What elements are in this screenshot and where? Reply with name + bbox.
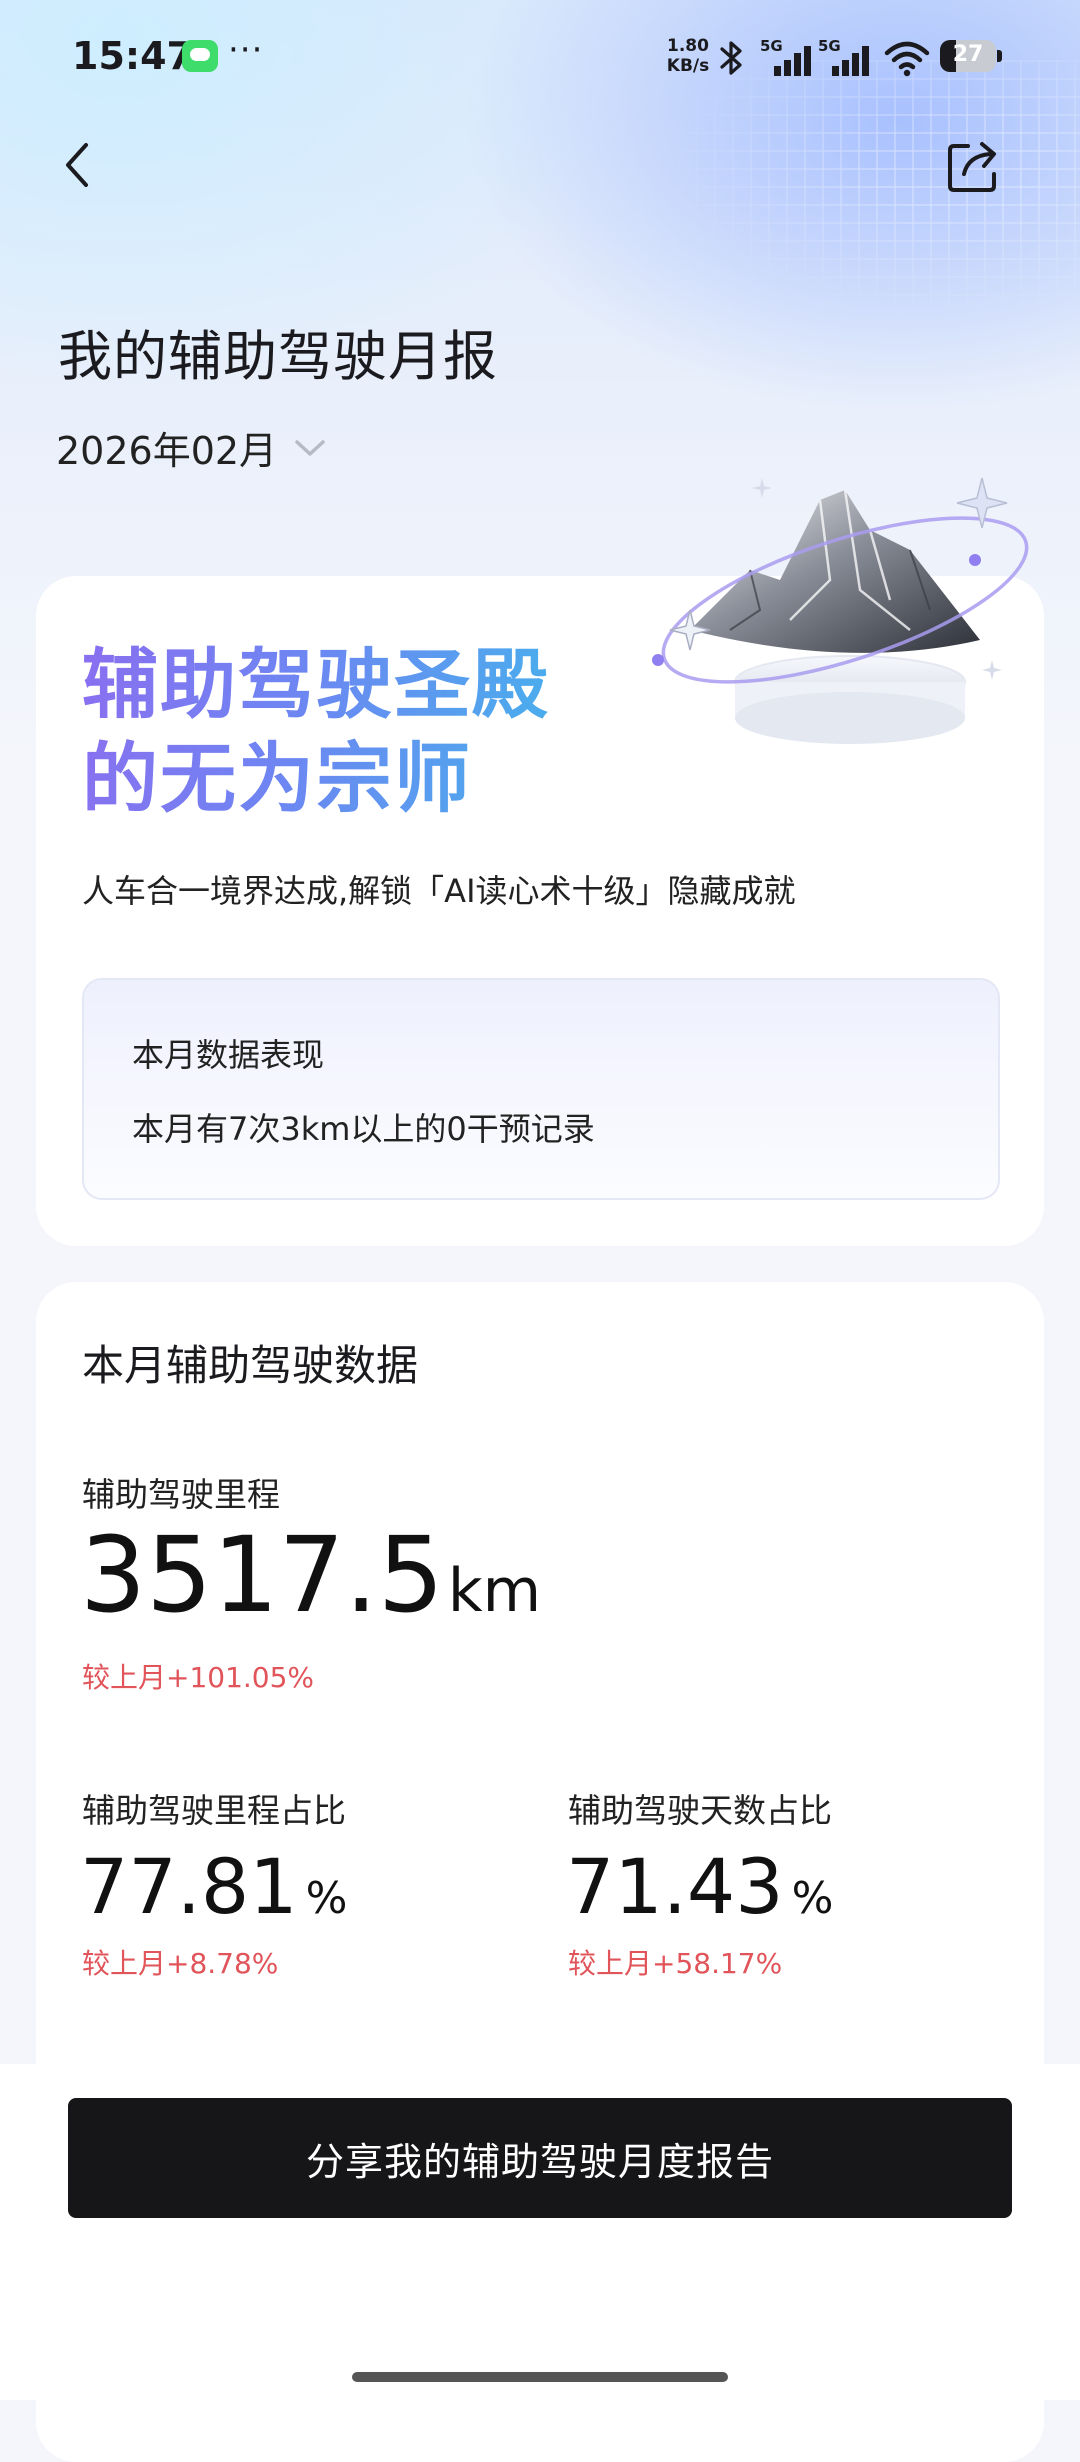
- mileage-unit: km: [447, 1556, 542, 1626]
- more-notifications-icon: ···: [228, 30, 264, 70]
- achievement-description: 人车合一境界达成,解锁「AI读心术十级」隐藏成就: [82, 872, 796, 910]
- summary-text: 本月有7次3km以上的0干预记录: [132, 1110, 595, 1148]
- achievement-title: 辅助驾驶圣殿 的无为宗师: [82, 638, 550, 826]
- mileage-change: 较上月+101.05%: [82, 1661, 315, 1694]
- battery-icon: 27: [940, 40, 1002, 72]
- mileage-value: 3517.5: [80, 1514, 444, 1636]
- month-selector[interactable]: 2026年02月: [56, 420, 327, 475]
- days-ratio-label: 辅助驾驶天数占比: [568, 1791, 832, 1830]
- days-ratio-value: 71.43: [566, 1842, 784, 1931]
- stats-title: 本月辅助驾驶数据: [82, 1341, 419, 1390]
- signal-icon-2: 5G: [818, 38, 869, 76]
- days-ratio-value-group: 71.43 %: [566, 1842, 833, 1931]
- mileage-ratio-unit: %: [305, 1873, 348, 1924]
- back-button[interactable]: [52, 135, 102, 195]
- mileage-ratio-label: 辅助驾驶里程占比: [82, 1791, 346, 1830]
- share-button[interactable]: [944, 136, 1004, 196]
- mileage-ratio-value-group: 77.81 %: [80, 1842, 347, 1931]
- network-speed-value: 1.80: [667, 36, 709, 56]
- days-ratio-unit: %: [791, 1873, 834, 1924]
- network-speed-unit: KB/s: [666, 56, 710, 76]
- mountain-trophy-illustration: [652, 477, 1029, 744]
- chevron-left-icon: [66, 143, 88, 187]
- home-indicator[interactable]: [352, 2372, 728, 2382]
- monthly-summary-box: 本月数据表现 本月有7次3km以上的0干预记录: [82, 978, 1000, 1200]
- mileage-value-group: 3517.5 km: [80, 1514, 541, 1636]
- mileage-label: 辅助驾驶里程: [82, 1475, 280, 1514]
- days-ratio-change: 较上月+58.17%: [568, 1947, 783, 1980]
- share-icon: [948, 142, 996, 192]
- achievement-title-line-1: 辅助驾驶圣殿: [82, 640, 550, 729]
- mileage-ratio-change: 较上月+8.78%: [82, 1947, 279, 1980]
- signal-2-label: 5G: [818, 38, 841, 55]
- bluetooth-icon: [720, 41, 742, 75]
- share-report-button[interactable]: 分享我的辅助驾驶月度报告: [68, 2098, 1012, 2218]
- month-label: 2026年02月: [56, 429, 278, 473]
- status-bar: 15:47 ··· 1.80 KB/s 5G 5G 27: [0, 0, 1080, 110]
- chevron-down-icon: [295, 439, 325, 456]
- summary-title: 本月数据表现: [132, 1036, 325, 1074]
- battery-level: 27: [952, 42, 984, 67]
- mileage-ratio-value: 77.81: [80, 1842, 298, 1931]
- wifi-icon: [884, 41, 930, 77]
- achievement-title-line-2: 的无为宗师: [82, 734, 472, 823]
- page-title: 我的辅助驾驶月报: [58, 325, 498, 388]
- signal-icon: 5G: [760, 38, 811, 76]
- network-speed: 1.80 KB/s: [664, 36, 712, 76]
- status-time: 15:47: [72, 34, 193, 78]
- signal-1-label: 5G: [760, 38, 783, 55]
- message-icon: [182, 40, 218, 72]
